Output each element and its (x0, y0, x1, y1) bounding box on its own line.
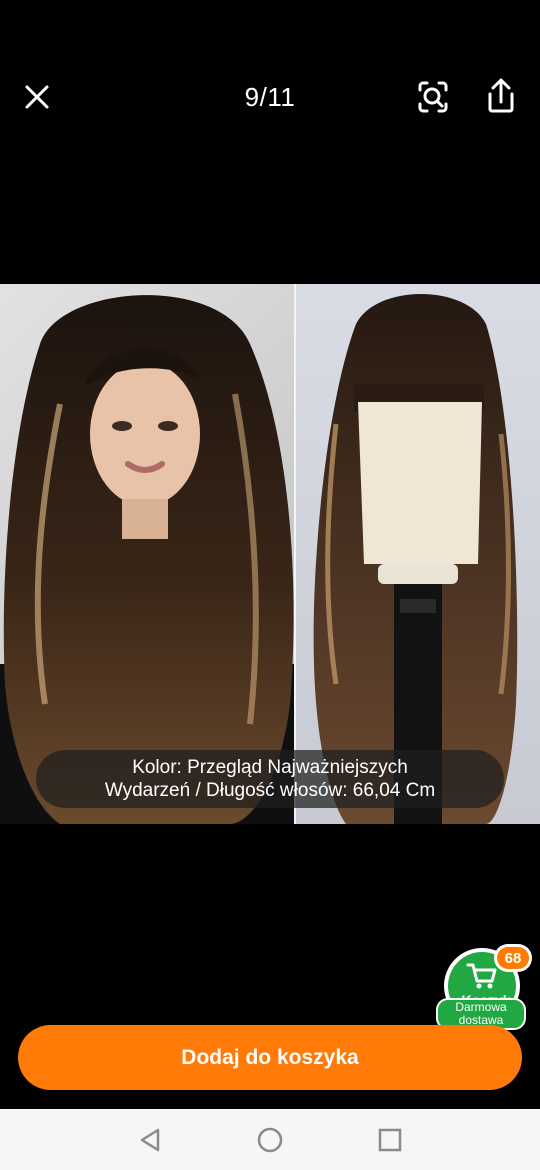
add-to-cart-button[interactable]: Dodaj do koszyka (18, 1025, 522, 1090)
system-navigation-bar (0, 1109, 540, 1170)
caption-line-2: Wydarzeń / Długość włosów: 66,04 Cm (104, 780, 436, 801)
wig-on-stand-photo (296, 284, 540, 824)
recents-button[interactable] (375, 1125, 405, 1155)
back-button[interactable] (136, 1125, 166, 1155)
back-triangle-icon (140, 1128, 160, 1152)
share-button[interactable] (482, 76, 520, 116)
cart-count: 68 (497, 947, 529, 969)
model-photo (0, 284, 294, 824)
image-caption: Kolor: Przegląd Najważniejszych Wydarzeń… (36, 750, 504, 808)
visual-search-icon (418, 81, 448, 113)
cart-floating-button[interactable]: Koszyk 68 Darmowa dostawa (436, 944, 532, 1034)
home-circle-icon (257, 1127, 283, 1153)
recents-square-icon (378, 1128, 402, 1152)
home-button[interactable] (255, 1125, 285, 1155)
top-bar: 9/11 (0, 0, 540, 195)
image-counter: 9/11 (244, 82, 296, 112)
product-image-viewer[interactable]: Kolor: Przegląd Najważniejszych Wydarzeń… (0, 284, 540, 824)
caption-line-1: Kolor: Przegląd Najważniejszych (132, 757, 408, 778)
visual-search-button[interactable] (414, 78, 452, 116)
share-icon (488, 78, 514, 113)
shopping-cart-icon (466, 963, 497, 989)
cart-count-badge: 68 (494, 944, 532, 972)
